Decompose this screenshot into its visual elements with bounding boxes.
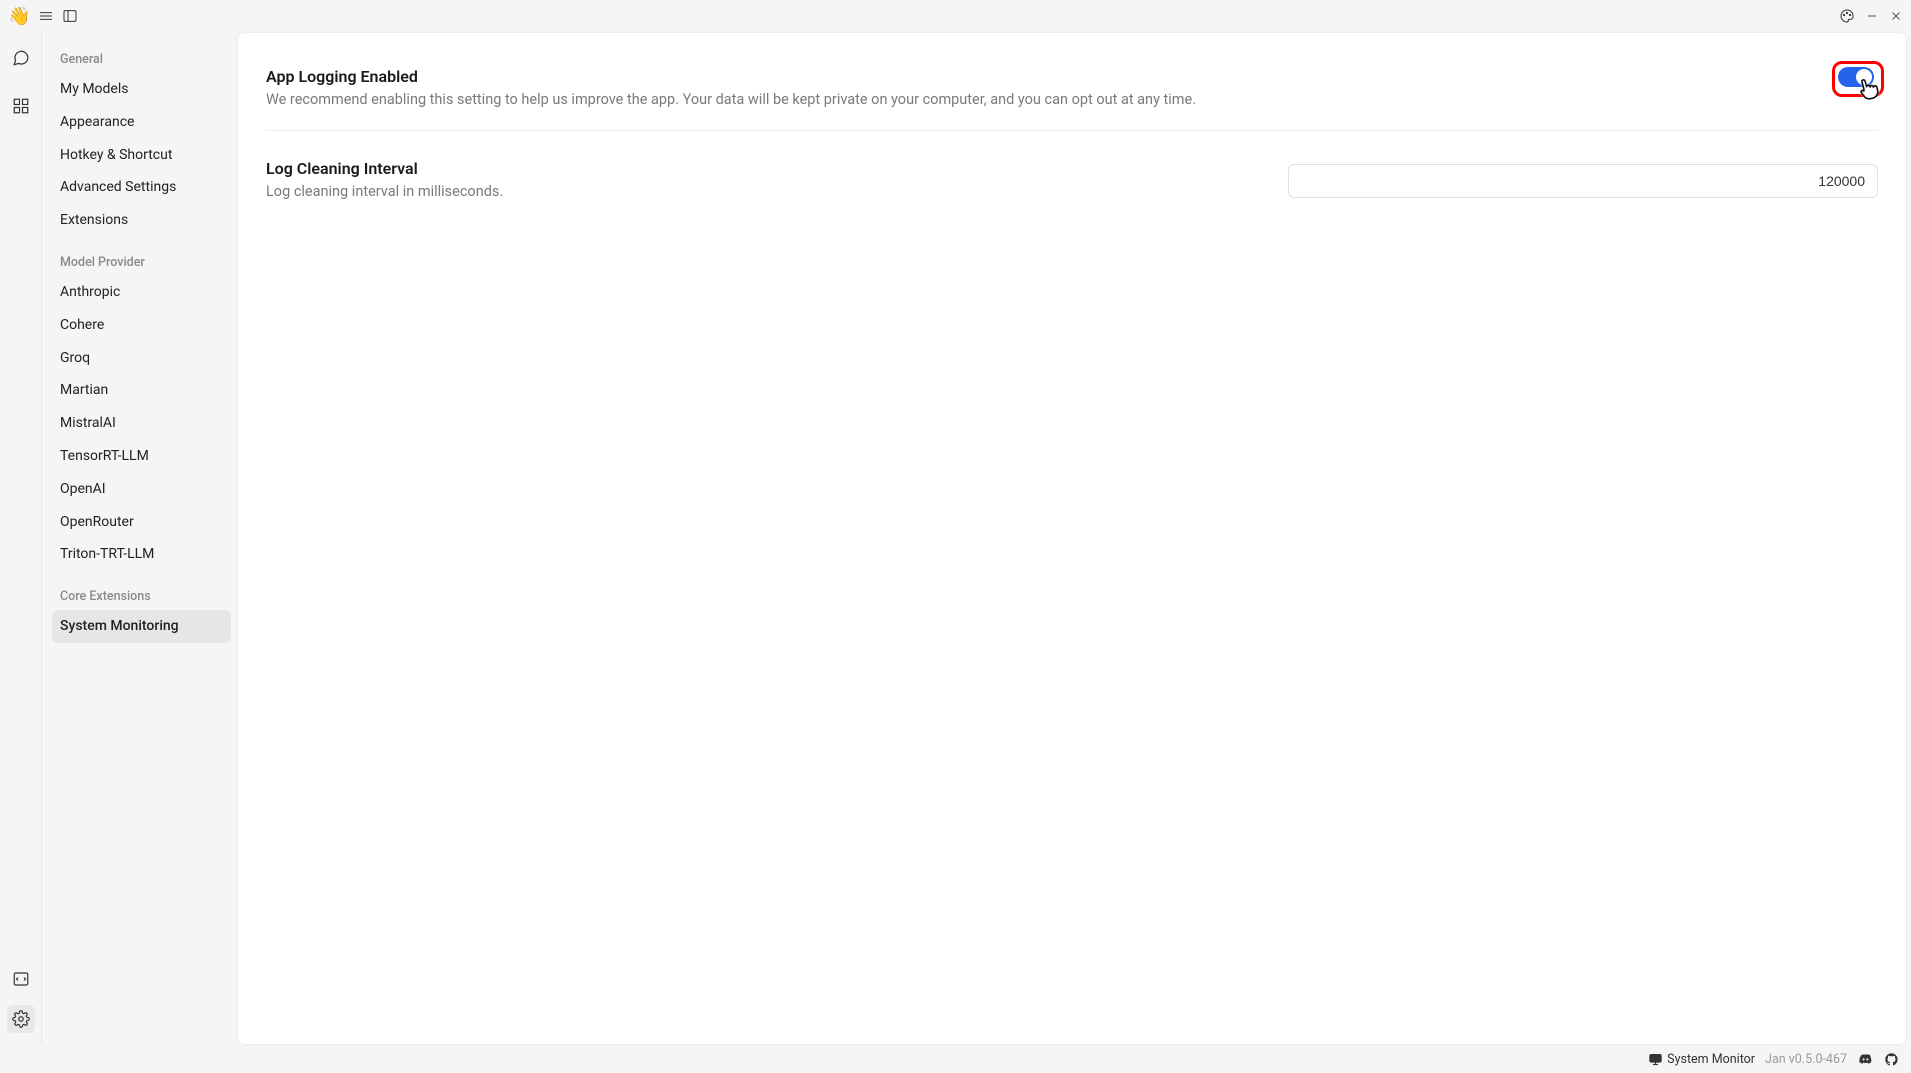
nav-rail [0, 32, 42, 1045]
sidebar-item-tensorrt-llm[interactable]: TensorRT-LLM [52, 440, 231, 473]
version-label: Jan v0.5.0-467 [1765, 1052, 1847, 1067]
sidebar-item-groq[interactable]: Groq [52, 342, 231, 375]
settings-sidebar: GeneralMy ModelsAppearanceHotkey & Short… [42, 32, 237, 1045]
app-logging-toggle[interactable] [1838, 67, 1874, 87]
sidebar-item-my-models[interactable]: My Models [52, 73, 231, 106]
main-area: App Logging Enabled We recommend enablin… [237, 32, 1911, 1045]
sidebar-item-anthropic[interactable]: Anthropic [52, 276, 231, 309]
sidebar-item-openai[interactable]: OpenAI [52, 473, 231, 506]
sidebar-item-extensions[interactable]: Extensions [52, 204, 231, 237]
sidebar-item-openrouter[interactable]: OpenRouter [52, 506, 231, 539]
app-logging-toggle-wrap [1838, 67, 1878, 91]
setting-log-interval: Log Cleaning Interval Log cleaning inter… [266, 149, 1878, 222]
setting-desc: We recommend enabling this setting to he… [266, 90, 1818, 110]
titlebar: 👋 [0, 0, 1911, 32]
rail-chat-icon[interactable] [7, 44, 35, 72]
setting-title: App Logging Enabled [266, 67, 1818, 86]
sidebar-item-system-monitoring[interactable]: System Monitoring [52, 610, 231, 643]
palette-icon[interactable] [1839, 8, 1855, 24]
log-interval-input[interactable] [1288, 164, 1878, 198]
monitor-icon [1647, 1051, 1663, 1067]
sidebar-item-advanced-settings[interactable]: Advanced Settings [52, 171, 231, 204]
system-monitor-label: System Monitor [1667, 1052, 1755, 1067]
panel-toggle-icon[interactable] [62, 8, 78, 24]
system-monitor-button[interactable]: System Monitor [1647, 1051, 1755, 1067]
discord-icon[interactable] [1857, 1051, 1873, 1067]
sidebar-item-mistralai[interactable]: MistralAI [52, 407, 231, 440]
sidebar-item-triton-trt-llm[interactable]: Triton-TRT-LLM [52, 538, 231, 571]
github-icon[interactable] [1883, 1051, 1899, 1067]
statusbar: System Monitor Jan v0.5.0-467 [0, 1045, 1911, 1073]
sidebar-item-hotkey-shortcut[interactable]: Hotkey & Shortcut [52, 139, 231, 172]
sidebar-item-cohere[interactable]: Cohere [52, 309, 231, 342]
menu-icon[interactable] [38, 8, 54, 24]
settings-panel: App Logging Enabled We recommend enablin… [237, 32, 1907, 1045]
setting-desc: Log cleaning interval in milliseconds. [266, 182, 1268, 202]
sidebar-heading: Core Extensions [52, 579, 231, 610]
setting-title: Log Cleaning Interval [266, 159, 1268, 178]
sidebar-item-martian[interactable]: Martian [52, 374, 231, 407]
sidebar-heading: Model Provider [52, 245, 231, 276]
rail-grid-icon[interactable] [7, 92, 35, 120]
sidebar-heading: General [52, 42, 231, 73]
window-minimize[interactable] [1865, 9, 1879, 23]
rail-settings-icon[interactable] [7, 1005, 35, 1033]
window-close[interactable] [1889, 9, 1903, 23]
rail-code-icon[interactable] [7, 965, 35, 993]
sidebar-item-appearance[interactable]: Appearance [52, 106, 231, 139]
setting-app-logging: App Logging Enabled We recommend enablin… [266, 57, 1878, 131]
app-logo: 👋 [8, 6, 30, 27]
